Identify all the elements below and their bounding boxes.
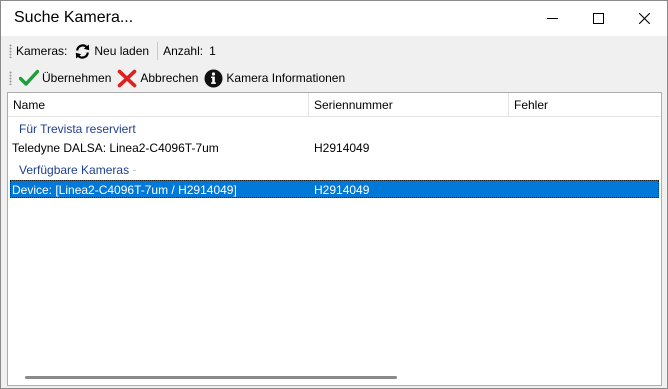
maximize-icon bbox=[592, 13, 604, 24]
cancel-button[interactable]: Abbrechen bbox=[114, 67, 201, 89]
toolbar-separator bbox=[157, 42, 159, 60]
count-label: Anzahl: bbox=[163, 44, 204, 58]
cameras-label: Kameras: bbox=[16, 44, 68, 58]
group-title: Verfügbare Kameras bbox=[19, 163, 134, 177]
column-header: Name Seriennummer Fehler bbox=[8, 93, 661, 117]
table-row-selected[interactable]: Device: [Linea2-C4096T-7um / H2914049] H… bbox=[10, 180, 659, 198]
cancel-label: Abbrechen bbox=[140, 71, 199, 85]
row-name: Teledyne DALSA: Linea2-C4096T-7um bbox=[12, 141, 219, 155]
scrollbar-thumb[interactable] bbox=[25, 376, 397, 379]
column-header-error[interactable]: Fehler bbox=[509, 93, 661, 117]
column-header-name[interactable]: Name bbox=[8, 93, 309, 117]
camera-info-label: Kamera Informationen bbox=[226, 71, 346, 85]
action-toolbar: Übernehmen Abbrechen Kamera Informatione… bbox=[7, 66, 357, 90]
table-row[interactable]: Teledyne DALSA: Linea2-C4096T-7um H29140… bbox=[10, 139, 659, 157]
accept-label: Übernehmen bbox=[42, 71, 112, 85]
minimize-icon bbox=[546, 18, 558, 19]
camera-info-button[interactable]: Kamera Informationen bbox=[201, 67, 348, 89]
search-camera-window: Suche Kamera... Kameras: Neu laden Anzah… bbox=[0, 0, 668, 389]
group-title: Für Trevista reserviert bbox=[19, 122, 140, 136]
checkmark-icon bbox=[19, 69, 39, 86]
horizontal-scrollbar[interactable] bbox=[8, 368, 661, 385]
close-icon bbox=[638, 13, 650, 24]
info-icon bbox=[204, 69, 223, 87]
reload-label: Neu laden bbox=[94, 44, 150, 58]
maximize-button[interactable] bbox=[575, 1, 621, 36]
group-header-reserved[interactable]: Für Trevista reserviert bbox=[8, 120, 661, 138]
row-serial: H2914049 bbox=[314, 183, 370, 197]
reload-button[interactable]: Neu laden bbox=[71, 40, 152, 62]
column-header-serial[interactable]: Seriennummer bbox=[309, 93, 509, 117]
window-title: Suche Kamera... bbox=[14, 9, 134, 26]
red-x-icon bbox=[118, 69, 137, 87]
row-name: Device: [Linea2-C4096T-7um / H2914049] bbox=[12, 183, 237, 197]
accept-button[interactable]: Übernehmen bbox=[16, 67, 114, 89]
minimize-button[interactable] bbox=[529, 1, 575, 36]
camera-grid[interactable]: Name Seriennummer Fehler Für Trevista re… bbox=[7, 92, 662, 386]
camera-toolbar: Kameras: Neu laden Anzahl: 1 bbox=[7, 39, 225, 63]
row-serial: H2914049 bbox=[314, 141, 370, 155]
count-value: 1 bbox=[209, 44, 216, 58]
close-button[interactable] bbox=[621, 1, 667, 36]
toolbar-grip[interactable] bbox=[9, 71, 12, 85]
title-bar[interactable]: Suche Kamera... bbox=[1, 1, 667, 36]
refresh-icon bbox=[76, 43, 90, 59]
group-header-available[interactable]: Verfügbare Kameras bbox=[8, 161, 661, 179]
toolbar-grip[interactable] bbox=[9, 44, 12, 58]
